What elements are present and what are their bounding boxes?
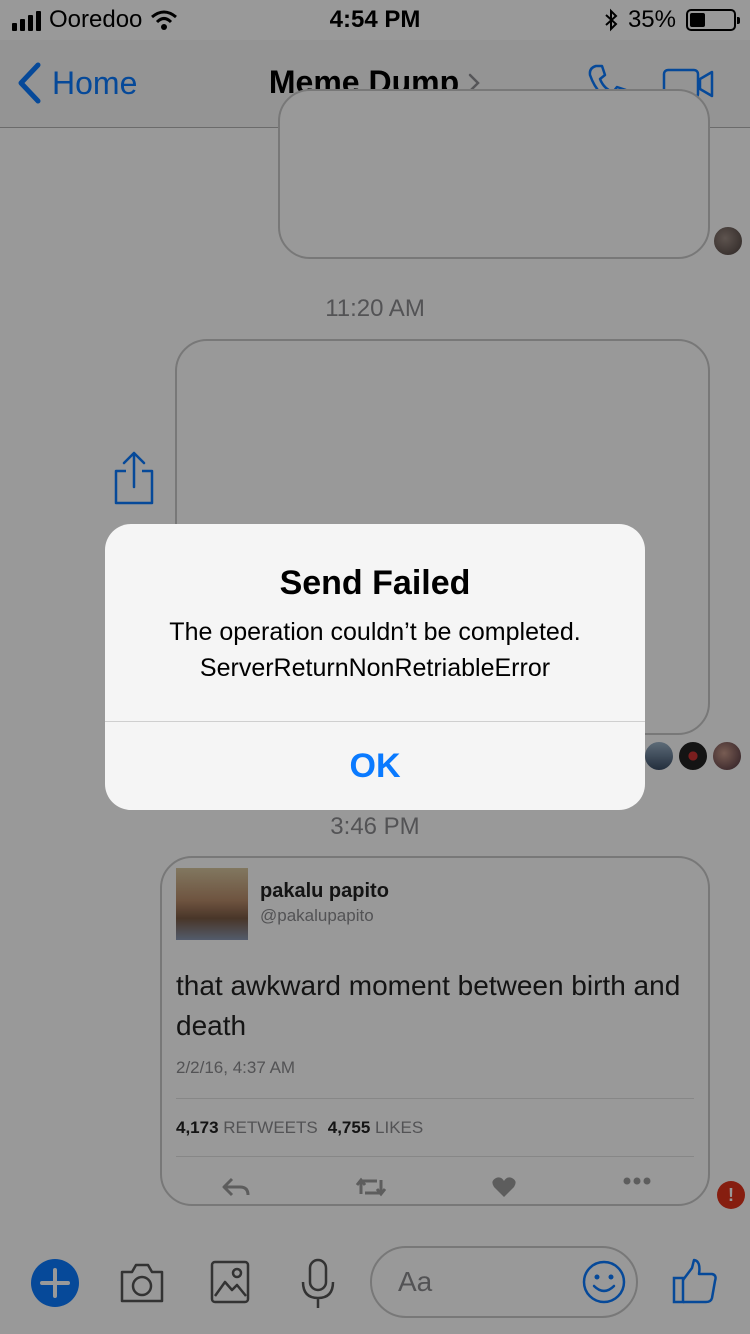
alert-title: Send Failed: [279, 564, 471, 602]
alert-message: The operation couldn’t be completed. Ser…: [125, 614, 625, 686]
messenger-screen: Ooredoo 4:54 PM 35% Home Meme Dump 11:20…: [0, 0, 750, 1334]
ok-button[interactable]: OK: [105, 722, 645, 810]
alert-message-line: The operation couldn’t be completed.: [169, 618, 581, 646]
alert-message-line: ServerReturnNonRetriableError: [199, 654, 551, 682]
send-failed-alert: Send Failed The operation couldn’t be co…: [105, 524, 645, 810]
